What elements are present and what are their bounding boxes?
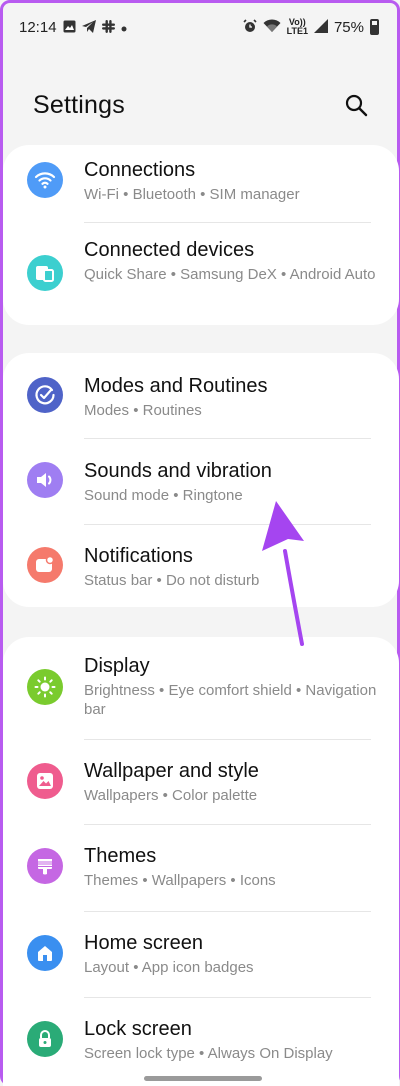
devices-icon (27, 255, 63, 291)
dot-icon (121, 21, 127, 34)
slack-icon (101, 19, 115, 35)
settings-item-sounds-and-vibration[interactable]: Sounds and vibration Sound mode • Ringto… (3, 439, 399, 524)
settings-group-display: Display Brightness • Eye comfort shield … (3, 637, 399, 1086)
page-title: Settings (33, 90, 125, 119)
battery-icon (370, 19, 379, 35)
settings-item-modes-and-routines[interactable]: Modes and Routines Modes • Routines (3, 353, 399, 438)
item-subtitle: Sound mode • Ringtone (84, 487, 243, 504)
item-subtitle: Wallpapers • Color palette (84, 787, 258, 804)
telegram-icon (81, 19, 96, 35)
item-subtitle: Wi-Fi • Bluetooth • SIM manager (84, 186, 300, 203)
navigation-handle[interactable] (144, 1076, 262, 1081)
item-subtitle: Screen lock type • Always On Display (84, 1045, 333, 1062)
settings-item-lock-screen[interactable]: Lock screen Screen lock type • Always On… (3, 998, 399, 1084)
item-subtitle: Themes • Wallpapers • Icons (84, 872, 276, 889)
item-title: Notifications (84, 545, 193, 567)
item-title: Display (84, 655, 150, 677)
settings-item-themes[interactable]: Themes Themes • Wallpapers • Icons (3, 825, 399, 911)
volte-label: Vo)) LTE1 (287, 18, 308, 36)
annotation-arrow-icon (262, 501, 304, 646)
notification-icon (27, 547, 63, 583)
settings-item-wallpaper-and-style[interactable]: Wallpaper and style Wallpapers • Color p… (3, 740, 399, 824)
speaker-icon (27, 462, 63, 498)
check-circle-icon (27, 377, 63, 413)
item-title: Connected devices (84, 239, 255, 261)
item-subtitle: Brightness • Eye comfort shield • Naviga… (84, 682, 377, 718)
settings-group-connectivity: Connections Wi-Fi • Bluetooth • SIM mana… (3, 145, 399, 325)
image-icon (27, 763, 63, 799)
signal-icon (313, 19, 328, 35)
settings-item-connections[interactable]: Connections Wi-Fi • Bluetooth • SIM mana… (3, 145, 399, 230)
status-right: Vo)) LTE1 75% (243, 18, 379, 36)
item-subtitle: Quick Share • Samsung DeX • Android Auto (84, 266, 376, 283)
item-title: Lock screen (84, 1018, 192, 1040)
settings-item-display[interactable]: Display Brightness • Eye comfort shield … (3, 637, 399, 741)
status-left: 12:14 (19, 19, 127, 36)
item-title: Home screen (84, 932, 203, 954)
item-title: Modes and Routines (84, 375, 268, 397)
status-time: 12:14 (19, 18, 57, 36)
settings-group-modes: Modes and Routines Modes • Routines Soun… (3, 353, 399, 607)
item-title: Connections (84, 159, 196, 181)
header: Settings (33, 87, 371, 123)
gallery-icon (63, 20, 76, 35)
wifi-icon (263, 19, 281, 35)
item-title: Sounds and vibration (84, 460, 272, 482)
item-title: Themes (84, 845, 157, 867)
search-icon[interactable] (341, 90, 371, 120)
item-title: Wallpaper and style (84, 760, 259, 782)
lock-icon (27, 1021, 63, 1057)
item-subtitle: Layout • App icon badges (84, 959, 254, 976)
settings-item-notifications[interactable]: Notifications Status bar • Do not distur… (3, 525, 399, 607)
lte-text: LTE1 (286, 26, 308, 36)
item-subtitle: Modes • Routines (84, 402, 202, 419)
sun-icon (27, 669, 63, 705)
settings-item-home-screen[interactable]: Home screen Layout • App icon badges (3, 912, 399, 998)
item-subtitle: Status bar • Do not disturb (84, 572, 260, 589)
alarm-icon (243, 19, 257, 35)
brush-icon (27, 848, 63, 884)
battery-percent: 75% (333, 18, 364, 36)
settings-item-connected-devices[interactable]: Connected devices Quick Share • Samsung … (3, 223, 399, 325)
status-bar: 12:14 Vo)) LTE1 75% (3, 3, 397, 51)
home-icon (27, 935, 63, 971)
wifi-icon (27, 162, 63, 198)
